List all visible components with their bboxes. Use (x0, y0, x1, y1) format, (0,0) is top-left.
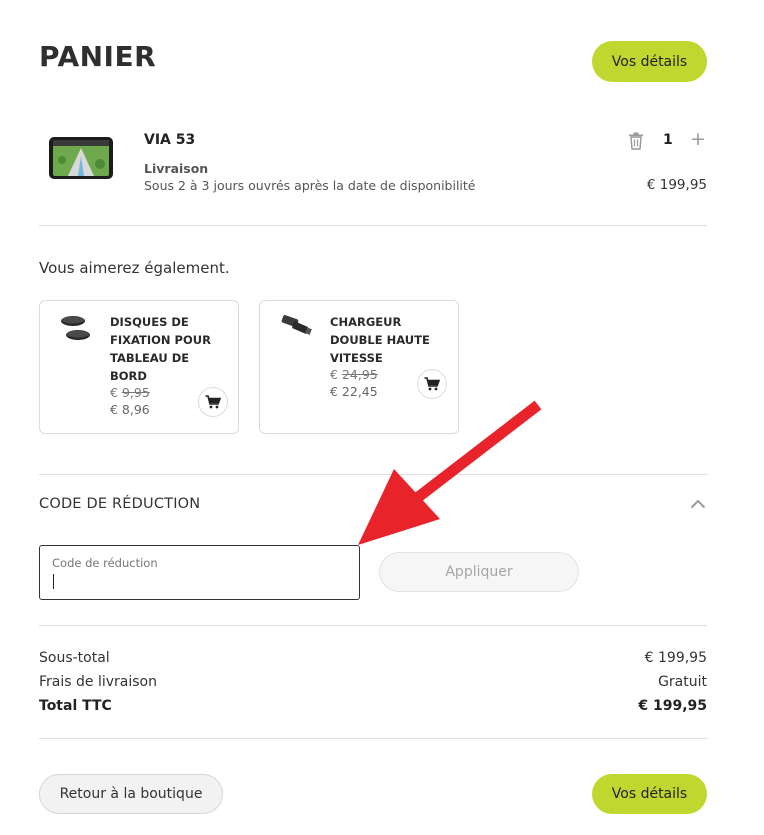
page-title: PANIER (39, 40, 157, 73)
product-image-mount-discs (61, 316, 90, 340)
recommendation-card[interactable]: DISQUES DE FIXATION POUR TABLEAU DE BORD… (39, 300, 239, 434)
text-caret (53, 574, 54, 589)
divider (39, 625, 707, 626)
annotation-arrow (358, 400, 542, 545)
total-label: Total TTC (39, 698, 112, 714)
apply-button[interactable]: Appliquer (379, 552, 579, 592)
old-price-currency: € (330, 367, 338, 382)
subtotal-value: € 199,95 (644, 650, 707, 666)
recommendation-old-price: € 9,95 (110, 385, 150, 400)
back-to-shop-button[interactable]: Retour à la boutique (39, 774, 223, 814)
details-button-bottom[interactable]: Vos détails (592, 774, 707, 814)
recommendations-heading: Vous aimerez également. (39, 259, 230, 277)
old-price-value: 9,95 (121, 385, 150, 400)
discount-code-placeholder: Code de réduction (52, 556, 158, 570)
chevron-up-icon[interactable] (690, 499, 706, 509)
divider (39, 738, 707, 739)
details-button-top[interactable]: Vos détails (592, 41, 707, 82)
subtotal-label: Sous-total (39, 650, 110, 666)
delivery-text: Sous 2 à 3 jours ouvrés après la date de… (144, 178, 476, 193)
recommendation-old-price: € 24,95 (330, 367, 378, 382)
plus-icon[interactable]: + (690, 128, 706, 150)
product-image-gps (49, 137, 113, 179)
product-price: € 199,95 (646, 177, 707, 193)
product-name[interactable]: VIA 53 (144, 132, 195, 148)
divider (39, 225, 707, 226)
old-price-value: 24,95 (341, 367, 378, 382)
add-to-cart-button[interactable] (198, 387, 228, 417)
recommendation-name[interactable]: DISQUES DE FIXATION POUR TABLEAU DE BORD (110, 313, 228, 385)
total-value: € 199,95 (638, 698, 707, 714)
shipping-value: Gratuit (658, 674, 707, 690)
discount-code-input[interactable]: Code de réduction (39, 545, 360, 600)
recommendation-new-price: € 8,96 (110, 402, 150, 417)
shipping-label: Frais de livraison (39, 674, 157, 690)
discount-section-title[interactable]: CODE DE RÉDUCTION (39, 496, 200, 512)
product-image-charger (281, 315, 312, 335)
trash-icon[interactable] (628, 132, 644, 150)
delivery-label: Livraison (144, 161, 209, 176)
cart-icon (205, 395, 221, 409)
quantity-value: 1 (663, 132, 673, 148)
cart-icon (424, 377, 440, 391)
old-price-currency: € (110, 385, 118, 400)
recommendation-name[interactable]: CHARGEUR DOUBLE HAUTE VITESSE (330, 313, 448, 367)
